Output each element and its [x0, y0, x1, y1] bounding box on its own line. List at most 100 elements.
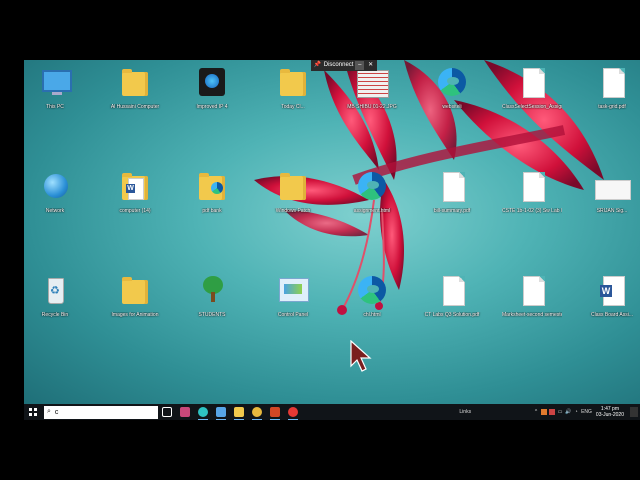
- desktop-icon-label: assignment.html: [353, 208, 391, 214]
- desktop-icon-label: ClassSelectSession_Assignment.pdf: [502, 104, 562, 110]
- desktop-icon[interactable]: CSTE 1b-1-02 (3) Sw Lab 02 CHAPT.pdf: [502, 170, 562, 232]
- recorder-icon-glyph: [288, 407, 298, 417]
- desktop-icon-label: Today Cl...: [281, 104, 305, 110]
- edge-icon: [355, 170, 389, 204]
- sway-icon: [595, 170, 631, 204]
- desktop-icon[interactable]: Wcomputer (14): [105, 170, 165, 232]
- language-indicator[interactable]: ENG: [581, 409, 592, 415]
- desktop-icon[interactable]: Marksheet-second semester.pdf: [502, 274, 562, 336]
- desktop-icon[interactable]: MB SHIBU 01-22.JPG: [342, 66, 402, 128]
- desktop-icon[interactable]: ClassSelectSession_Assignment.pdf: [502, 66, 562, 128]
- folder-icon: [118, 66, 152, 100]
- desktop-icon-label: Improved IP 4: [196, 104, 228, 110]
- recycle-bin-icon: [38, 274, 72, 308]
- file-manager-icon[interactable]: [212, 404, 230, 420]
- folder-icon: [276, 170, 310, 204]
- file-explorer-icon[interactable]: [230, 404, 248, 420]
- desktop-icon[interactable]: W Class Board Assi...: [582, 274, 640, 336]
- document-icon: [515, 170, 549, 204]
- desktop[interactable]: This PC Al Hussaini Computer Improved IP 4…: [24, 60, 640, 404]
- volume-icon[interactable]: 🔊: [565, 409, 571, 415]
- desktop-icon[interactable]: CT Labs Q3 Solution.pdf: [422, 274, 482, 336]
- desktop-icon[interactable]: assignment.html: [342, 170, 402, 232]
- chrome-icon-glyph: [252, 407, 262, 417]
- remote-desktop-bar: 📌 Disconnect – ✕: [311, 60, 377, 71]
- desktop-icon-label: MB SHIBU 01-22.JPG: [347, 104, 397, 110]
- desktop-icon-label: pdf bank: [202, 208, 222, 214]
- chrome-icon[interactable]: [248, 404, 266, 420]
- task-view-icon[interactable]: [158, 404, 176, 420]
- desktop-icon-label: SRIJAN Sig...: [596, 208, 628, 214]
- desktop-icon[interactable]: Recycle Bin: [25, 274, 85, 336]
- document-icon: [515, 274, 549, 308]
- powerpoint-icon-glyph: [270, 407, 280, 417]
- desktop-icon-label: STUDENTS: [198, 312, 226, 318]
- desktop-icon-label: Images for Animation: [111, 312, 159, 318]
- document-icon: [595, 66, 629, 100]
- desktop-icon-label: CSTE 1b-1-02 (3) Sw Lab 02 CHAPT.pdf: [502, 208, 562, 214]
- clock-date: 03-Jun-2020: [595, 412, 624, 418]
- document-icon: [515, 66, 549, 100]
- desktop-icon[interactable]: pdf bank: [182, 170, 242, 232]
- file-manager-icon-glyph: [216, 407, 226, 417]
- chevron-up-icon[interactable]: ^: [533, 409, 539, 415]
- this-pc-icon: [38, 66, 72, 100]
- folder-icon: [118, 274, 152, 308]
- tray-app-icon[interactable]: [549, 409, 556, 415]
- close-icon[interactable]: ✕: [366, 61, 375, 70]
- photo-icon: [355, 66, 389, 100]
- control-panel-icon: [276, 274, 310, 308]
- desktop-icon-label: This PC: [46, 104, 64, 110]
- notification-center-button[interactable]: [630, 407, 638, 417]
- edge-app-icon[interactable]: [194, 404, 212, 420]
- desktop-icon-label: computer (14): [119, 208, 151, 214]
- folder-edge-icon: [195, 170, 229, 204]
- taskbar-search[interactable]: ⌕: [44, 405, 158, 419]
- desktop-icon[interactable]: Improved IP 4: [182, 66, 242, 128]
- mouse-cursor-icon: [350, 340, 372, 372]
- desktop-icon[interactable]: bill-summary.pdf: [422, 170, 482, 232]
- desktop-icon[interactable]: Al Hussaini Computer: [105, 66, 165, 128]
- desktop-icon-label: CT Labs Q3 Solution.pdf: [424, 312, 480, 318]
- windows-logo-icon: [29, 408, 37, 416]
- desktop-icon[interactable]: chl.html: [342, 274, 402, 336]
- pin-icon[interactable]: 📌: [313, 61, 322, 70]
- taskbar-apps: [158, 404, 302, 420]
- clock[interactable]: 1:47 pm 03-Jun-2020: [596, 406, 624, 418]
- file-explorer-icon-glyph: [234, 407, 244, 417]
- desktop-icon[interactable]: Today Cl...: [263, 66, 323, 128]
- desktop-icon[interactable]: task-grid.pdf: [582, 66, 640, 128]
- desktop-icon[interactable]: STUDENTS: [182, 274, 242, 336]
- links-toolbar[interactable]: Links: [459, 409, 471, 415]
- desktop-icon-label: websiteli: [442, 104, 462, 110]
- powerpoint-icon[interactable]: [266, 404, 284, 420]
- desktop-icon-label: chl.html: [363, 312, 381, 318]
- edge-app-icon-glyph: [198, 407, 208, 417]
- word-folder-icon: W: [118, 170, 152, 204]
- start-button[interactable]: [24, 404, 42, 420]
- document-icon: [435, 170, 469, 204]
- folder-icon: [276, 66, 310, 100]
- minimize-icon[interactable]: –: [355, 61, 365, 70]
- network-icon: [38, 170, 72, 204]
- desktop-icon[interactable]: Control Panel: [263, 274, 323, 336]
- photos-app-icon[interactable]: [176, 404, 194, 420]
- search-input[interactable]: [50, 407, 145, 417]
- wifi-icon[interactable]: ◔: [573, 409, 579, 415]
- desktop-icon[interactable]: websiteli: [422, 66, 482, 128]
- desktop-icon-label: bill-summary.pdf: [433, 208, 471, 214]
- desktop-icon-label: task-grid.pdf: [598, 104, 626, 110]
- desktop-icon[interactable]: Images for Animation: [105, 274, 165, 336]
- desktop-icon[interactable]: SRIJAN Sig...: [582, 170, 640, 232]
- task-view-icon-glyph: [162, 407, 172, 417]
- desktop-icon-label: Windows Patch: [275, 208, 311, 214]
- desktop-icon[interactable]: Network: [25, 170, 85, 232]
- system-tray: ^ ▭ 🔊 ◔ ENG: [533, 409, 592, 415]
- tray-app-icon[interactable]: [541, 409, 548, 415]
- recorder-icon[interactable]: [284, 404, 302, 420]
- disconnect-label[interactable]: Disconnect: [324, 60, 354, 71]
- network-tray-icon[interactable]: ▭: [557, 409, 563, 415]
- desktop-icon[interactable]: This PC: [25, 66, 85, 128]
- desktop-icon[interactable]: Windows Patch: [263, 170, 323, 232]
- word-icon: W: [595, 274, 629, 308]
